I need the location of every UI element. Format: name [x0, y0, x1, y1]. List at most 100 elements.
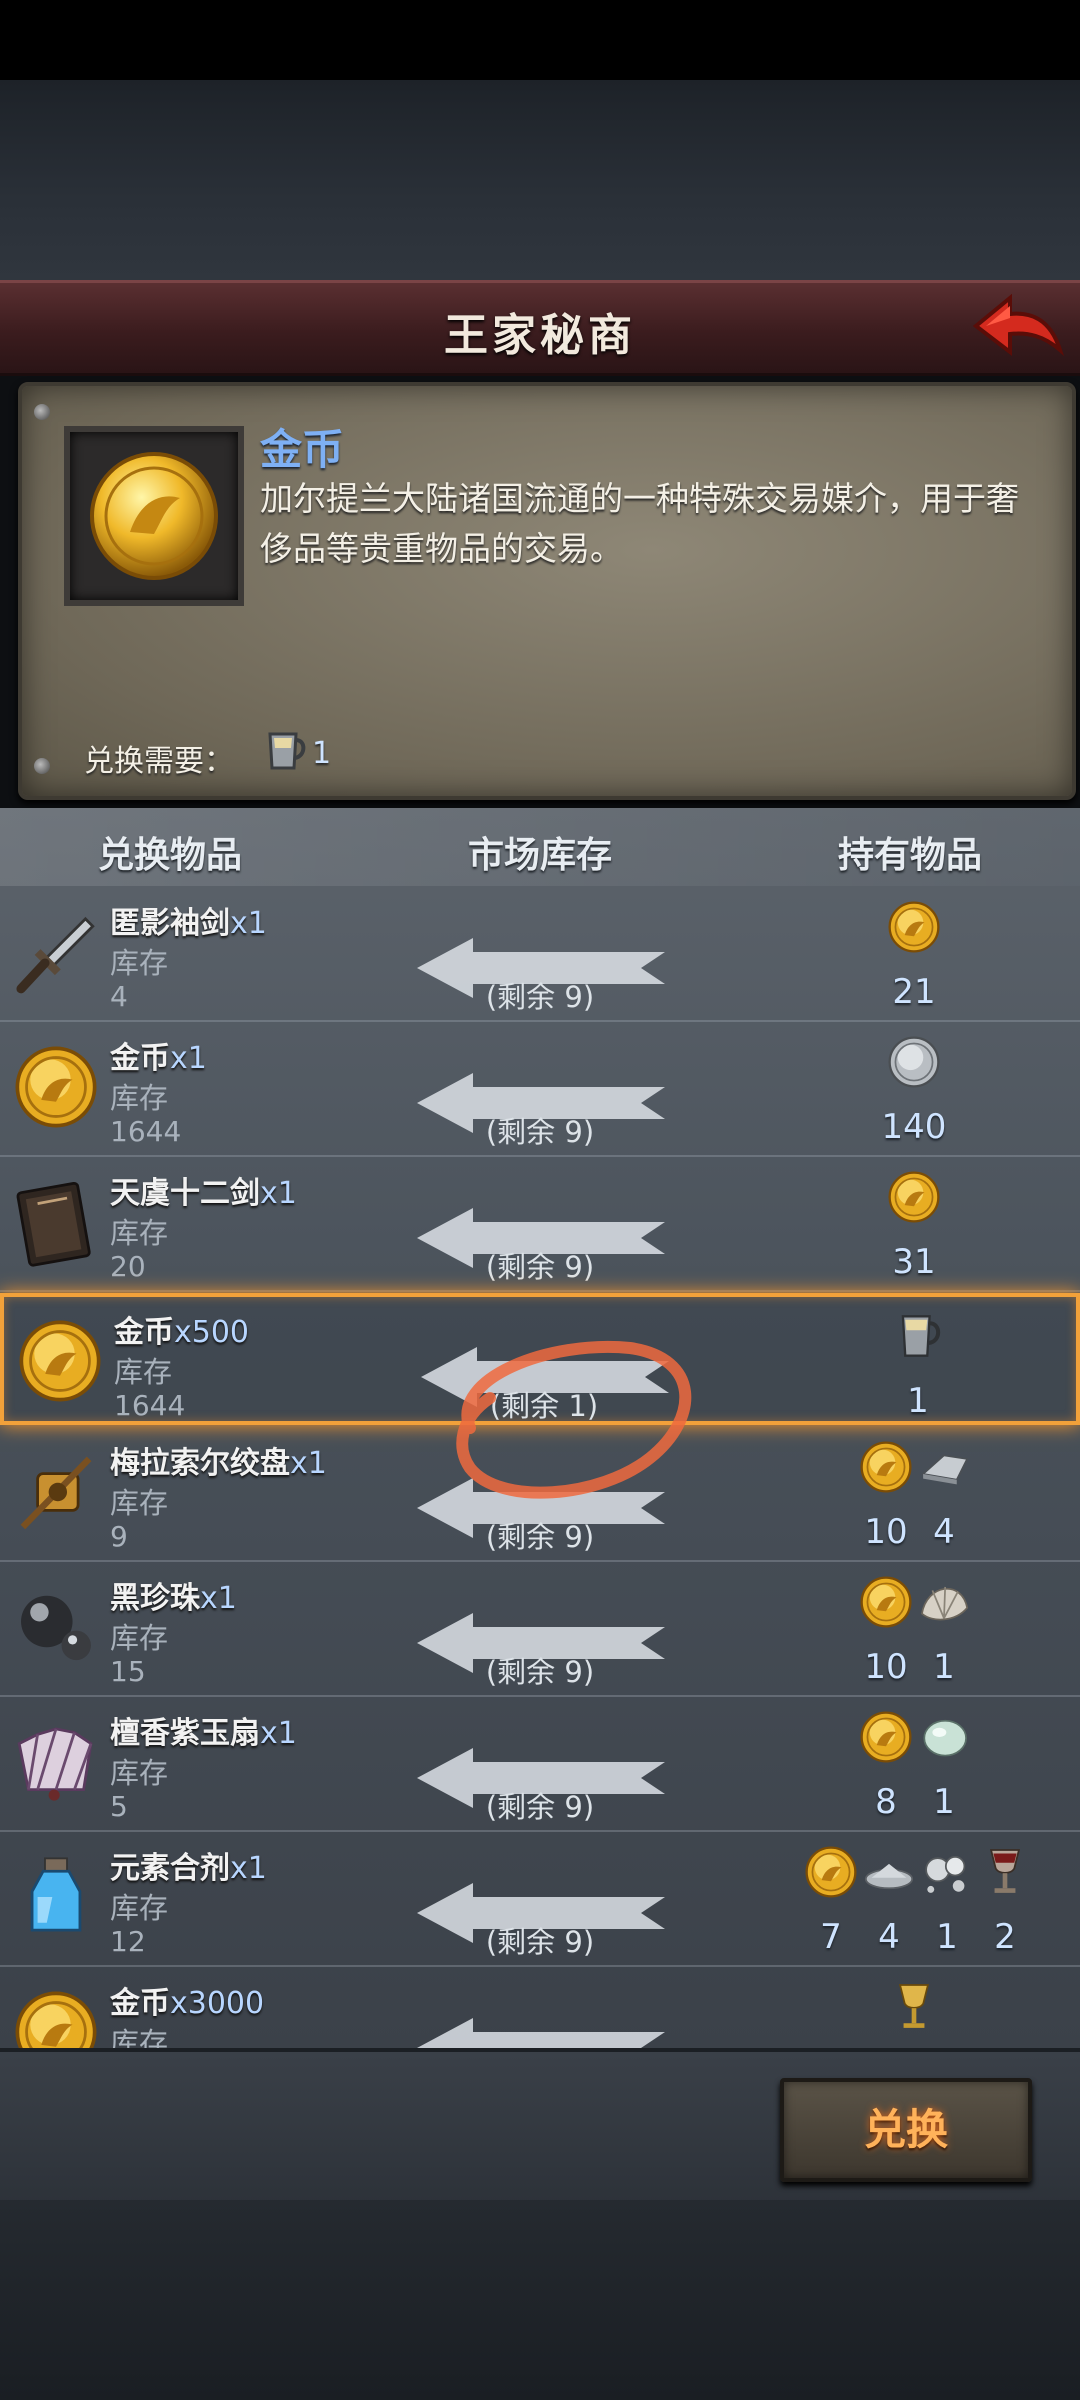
- silver-coin-icon: [885, 1033, 943, 1097]
- row-remaining: (剩余 9): [485, 1520, 595, 1554]
- item-info-panel: 金币 加尔提兰大陆诸国流通的一种特殊交易媒介，用于奢侈品等贵重物品的交易。 兑换…: [18, 382, 1076, 800]
- gold-coin-icon: [885, 1168, 943, 1232]
- row-stock-label: 库存: [110, 1216, 169, 1250]
- row-item-name: 金币x1: [110, 1033, 207, 1077]
- page-title: 王家秘商: [444, 310, 636, 361]
- row-remaining: (剩余 9): [485, 980, 595, 1014]
- row-item-quantity: x3000: [170, 1986, 265, 2021]
- exchange-row[interactable]: 金币x3000 库存: [0, 1968, 1080, 2048]
- row-item-quantity: x1: [200, 1581, 237, 1616]
- exchange-row[interactable]: 檀香紫玉扇x1 库存 5 (剩余 9) 8 1: [0, 1698, 1080, 1832]
- bottom-bar: 兑换: [0, 2048, 1080, 2204]
- row-stock-value: 4: [110, 980, 128, 1013]
- row-stock-label: 库存: [110, 1891, 169, 1925]
- goblet-icon: [976, 1843, 1034, 1907]
- iron-ingot-icon: [915, 1438, 973, 1502]
- row-item-name: 元素合剂x1: [110, 1843, 267, 1887]
- row-stock-label: 库存: [114, 1355, 173, 1389]
- row-remaining: (剩余 9): [485, 1115, 595, 1149]
- silver-dust-icon: [860, 1843, 918, 1907]
- row-stock-label: 库存: [110, 1756, 169, 1790]
- row-item-title: 金币: [110, 1041, 170, 1076]
- exchange-row[interactable]: 天虞十二剑x1 库存 20 (剩余 9) 31: [0, 1158, 1080, 1292]
- row-item-title: 黑珍珠: [110, 1581, 200, 1616]
- row-remaining: (剩余 9): [485, 1790, 595, 1824]
- row-stock-label: 库存: [110, 1081, 169, 1115]
- row-stock-value: 12: [110, 1925, 146, 1958]
- gold-coin-icon: [885, 898, 943, 962]
- row-item-name: 匿影袖剑x1: [110, 898, 267, 942]
- jade-stone-icon: [915, 1708, 973, 1772]
- row-stock-value: 1644: [110, 1115, 182, 1148]
- back-arrow-icon[interactable]: [970, 288, 1070, 368]
- row-item-title: 金币: [110, 1986, 170, 2021]
- row-item-quantity: x1: [170, 1041, 207, 1076]
- header-held-items: 持有物品: [837, 835, 982, 876]
- row-remaining: (剩余 9): [485, 1655, 595, 1689]
- gold-coin-icon: [10, 1041, 106, 1137]
- exchange-row[interactable]: 金币x500 库存 1644 (剩余 1) 1: [0, 1293, 1080, 1425]
- gold-coin-icon: [857, 1573, 915, 1637]
- item-icon-frame: [64, 426, 244, 606]
- row-stock-value: 9: [110, 1520, 128, 1553]
- exchange-button[interactable]: 兑换: [780, 2078, 1032, 2182]
- header-exchange-item: 兑换物品: [97, 835, 242, 876]
- row-item-name: 金币x500: [114, 1307, 249, 1351]
- rivet-icon: [34, 758, 50, 774]
- row-stock-value: 1644: [114, 1389, 186, 1422]
- exchange-row[interactable]: 黑珍珠x1 库存 15 (剩余 9) 10 1: [0, 1563, 1080, 1697]
- row-item-quantity: x1: [230, 1851, 267, 1886]
- row-item-quantity: x1: [230, 906, 267, 941]
- row-stock-label: 库存: [110, 1486, 169, 1520]
- row-cost-value: 31: [892, 1242, 936, 1282]
- header-market-stock: 市场库存: [467, 835, 612, 876]
- row-remaining: (剩余 1): [489, 1389, 599, 1423]
- row-item-quantity: x1: [260, 1716, 297, 1751]
- row-item-title: 天虞十二剑: [110, 1176, 260, 1211]
- exchange-list[interactable]: 兑换物品 市场库存 持有物品 匿影袖剑x1 库存 4 (剩余 9) 21 金币x1 库…: [0, 808, 1080, 2048]
- status-bar-area: [0, 0, 1080, 80]
- requirement-label: 兑换需要：: [84, 744, 234, 779]
- row-remaining: (剩余 9): [485, 1250, 595, 1284]
- row-remaining: (剩余 9): [485, 1925, 595, 1959]
- row-item-name: 黑珍珠x1: [110, 1573, 237, 1617]
- row-cost-value: 1: [907, 1381, 929, 1421]
- row-item-quantity: x500: [174, 1315, 250, 1350]
- row-item-name: 金币x3000: [110, 1978, 264, 2022]
- row-stock-value: 15: [110, 1655, 146, 1688]
- gold-coin-icon: [10, 1986, 106, 2048]
- row-stock-label: 库存: [110, 2026, 169, 2048]
- exchange-row[interactable]: 金币x1 库存 1644 (剩余 9) 140: [0, 1023, 1080, 1157]
- background-upper: [0, 80, 1080, 280]
- row-item-name: 天虞十二剑x1: [110, 1168, 297, 1212]
- gold-coin-icon: [14, 1315, 110, 1411]
- exchange-row[interactable]: 梅拉索尔绞盘x1 库存 9 (剩余 9) 10 4: [0, 1428, 1080, 1562]
- rivet-icon: [34, 404, 50, 420]
- item-name: 金币: [260, 425, 345, 474]
- exchange-arrow-icon: [415, 2016, 670, 2048]
- winch-icon: [10, 1446, 106, 1542]
- golden-chalice-icon: [885, 1978, 943, 2042]
- row-cost-value: 140: [881, 1107, 947, 1147]
- row-item-quantity: x1: [260, 1176, 297, 1211]
- item-description: 加尔提兰大陆诸国流通的一种特殊交易媒介，用于奢侈品等贵重物品的交易。: [260, 479, 1019, 568]
- row-stock-label: 库存: [110, 946, 169, 980]
- gold-coin-icon: [90, 452, 218, 580]
- shell-icon: [915, 1573, 973, 1637]
- row-stock-label: 库存: [110, 1621, 169, 1655]
- row-cost-value: 21: [892, 972, 936, 1012]
- row-item-title: 匿影袖剑: [110, 906, 230, 941]
- row-item-quantity: x1: [290, 1446, 327, 1481]
- silver-cup-icon: [268, 732, 306, 770]
- fan-icon: [10, 1716, 106, 1812]
- black-pearl-icon: [10, 1581, 106, 1677]
- row-stock-value: 5: [110, 1790, 128, 1823]
- exchange-row[interactable]: 元素合剂x1 库存 12 (剩余 9) 7 4 1 2: [0, 1833, 1080, 1967]
- row-stock-value: 20: [110, 1250, 146, 1283]
- gold-coin-icon: [857, 1438, 915, 1502]
- row-cost-value: 1: [933, 1647, 955, 1687]
- requirement-value: 1: [312, 736, 332, 771]
- row-item-name: 檀香紫玉扇x1: [110, 1708, 297, 1752]
- gold-coin-icon: [802, 1843, 860, 1907]
- exchange-row[interactable]: 匿影袖剑x1 库存 4 (剩余 9) 21: [0, 888, 1080, 1022]
